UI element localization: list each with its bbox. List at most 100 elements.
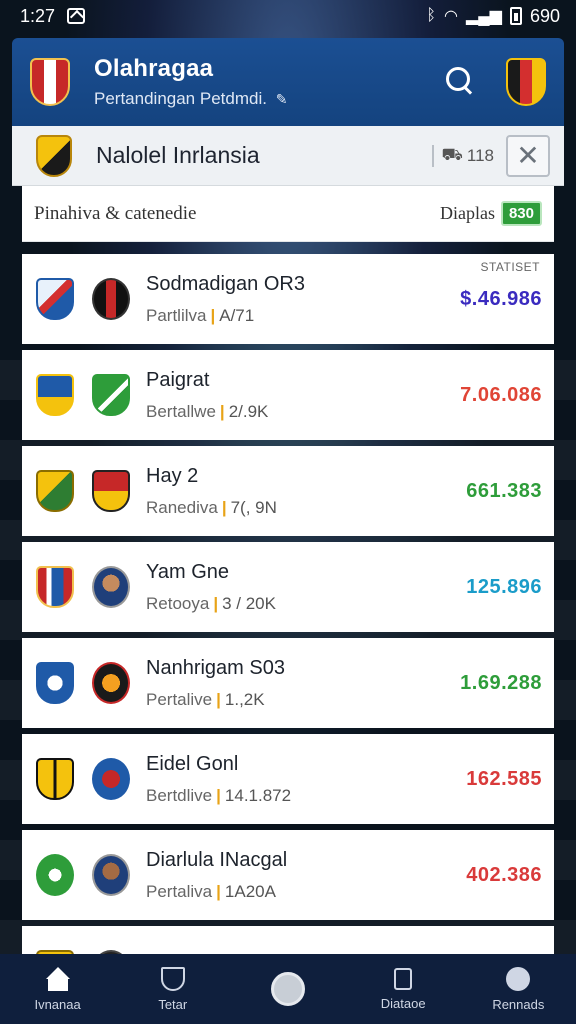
team-a-crest-icon [36, 662, 74, 704]
match-info: Diarlula INacgal Pertaliva | 1A20A [146, 849, 466, 902]
subtitle-text: Pertandingan Petdmdi. [94, 89, 267, 108]
team-a-crest-icon [36, 278, 74, 320]
team-b-crest-icon [92, 662, 130, 704]
match-row[interactable]: Diarlula INacgal Pertaliva | 1A20A 402.386 [22, 830, 554, 920]
separator: | [216, 689, 221, 709]
match-meta-label: Bertdlive [146, 785, 213, 805]
match-meta-label: Ranediva [146, 497, 218, 517]
separator: | [216, 785, 221, 805]
match-row[interactable]: Sodmadigan OR3 Partlilva | A/71 $.46.986 STAT… [22, 254, 554, 344]
signal-icon: ▂▄▆ [466, 8, 502, 25]
team-b-crest-icon [92, 278, 130, 320]
match-stat-label: STATISET [480, 260, 540, 274]
nav-home-label: Ivnanaa [34, 996, 81, 1012]
nav-messages-label: Rennads [492, 996, 545, 1012]
bluetooth-icon: ᛒ [426, 7, 437, 24]
nav-record[interactable] [238, 972, 338, 1006]
status-bar: 1:27 ᛒ ◠ ▂▄▆ 690 [0, 0, 576, 32]
match-name: Yam Gne [146, 560, 229, 583]
display-badge[interactable]: 830 [500, 201, 542, 226]
match-meta-label: Bertallwe [146, 401, 216, 421]
app-subtitle: Pertandingan Petdmdi. ✎ [94, 89, 442, 109]
match-meta: Retooya | 3 / 20K [146, 594, 466, 614]
app-logo-crest[interactable] [30, 58, 70, 106]
match-meta-value: 2/.9K [228, 401, 269, 421]
match-info: Hay 2 Ranediva | 7(, 9N [146, 465, 466, 518]
match-meta: Pertaliva | 1A20A [146, 882, 466, 902]
separator: | [216, 881, 221, 901]
nav-data-label: Diataoe [380, 995, 426, 1011]
separator: | [213, 593, 219, 613]
battery-level: 690 [529, 5, 560, 26]
match-meta: Bertallwe | 2/.9K [146, 402, 460, 422]
match-meta-label: Pertalive [146, 689, 213, 709]
nav-filter-label: Tetar [158, 996, 188, 1012]
header-title-block: Olahragaa Pertandingan Petdmdi. ✎ [94, 55, 442, 109]
nav-filter[interactable]: Tetar [123, 966, 223, 1012]
car-icon: ⛟ [441, 144, 463, 164]
match-row[interactable]: Nanhrigam S03 Pertalive | 1.,2K 1.69.288 [22, 638, 554, 728]
home-icon [45, 966, 70, 991]
team-b-crest-icon [92, 758, 130, 800]
separator: | [210, 305, 216, 325]
nav-home[interactable]: Ivnanaa [8, 966, 108, 1012]
match-meta-value: A/71 [219, 305, 255, 325]
close-button[interactable]: ✕ [506, 134, 550, 177]
nav-data[interactable]: Diataoe [353, 967, 453, 1011]
team-b-crest-icon [92, 566, 130, 608]
match-meta-value: 1.,2K [224, 689, 265, 709]
display-label: Diaplas [439, 203, 495, 223]
match-meta-label: Retooya [146, 593, 210, 613]
filter-icon [160, 966, 185, 991]
match-row[interactable]: Yam Gne Retooya | 3 / 20K 125.896 [22, 542, 554, 632]
pencil-icon[interactable]: ✎ [276, 91, 288, 107]
match-name: Paigrat [146, 368, 210, 391]
match-value: 7.06.086 [460, 383, 542, 406]
match-name: Sodmadigan OR3 [146, 272, 305, 295]
app-window: Olahragaa Pertandingan Petdmdi. ✎ Nalole… [12, 38, 564, 954]
team-b-crest-icon [92, 854, 130, 896]
match-row[interactable]: Hay 2 Ranediva | 7(, 9N 661.383 [22, 446, 554, 536]
league-count-value: 118 [466, 145, 494, 165]
separator: | [219, 401, 225, 421]
team-b-crest-icon [92, 374, 130, 416]
nav-messages[interactable]: Rennads [468, 966, 568, 1012]
match-meta: Bertdlive | 14.1.872 [146, 786, 466, 806]
league-crest-icon [36, 134, 72, 177]
status-time: 1:27 [20, 5, 56, 26]
match-name: Eidel Gonl [146, 752, 239, 775]
match-name: Diarlula INacgal [146, 848, 288, 871]
document-icon [394, 967, 413, 990]
match-name: Nanhrigam S03 [146, 656, 285, 679]
match-value: $.46.986 [460, 287, 542, 310]
record-button[interactable] [270, 972, 305, 1006]
team-a-crest-icon [36, 854, 74, 896]
match-info: Paigrat Bertallwe | 2/.9K [146, 369, 460, 422]
match-value: 1.69.288 [460, 671, 542, 694]
club-crest-icon[interactable] [506, 58, 546, 106]
battery-icon [509, 7, 522, 25]
separator: | [221, 497, 227, 517]
match-meta-value: 7(, 9N [230, 497, 277, 517]
league-count: ⛟ 118 [431, 144, 494, 167]
match-info: Eidel Gonl Bertdlive | 14.1.872 [146, 753, 466, 806]
team-b-crest-icon [92, 470, 130, 512]
match-info: Sodmadigan OR3 Partlilva | A/71 [146, 273, 460, 326]
league-bar: Nalolel Inrlansia ⛟ 118 ✕ [12, 126, 564, 186]
search-icon[interactable] [442, 63, 480, 101]
match-list: Sodmadigan OR3 Partlilva | A/71 $.46.986 STAT… [22, 254, 554, 954]
match-meta: Partlilva | A/71 [146, 306, 460, 326]
match-info: Nanhrigam S03 Pertalive | 1.,2K [146, 657, 460, 710]
match-row[interactable]: Gilcd [22, 926, 554, 954]
match-meta-label: Partlilva [146, 305, 207, 325]
match-row[interactable]: Paigrat Bertallwe | 2/.9K 7.06.086 [22, 350, 554, 440]
filter-label[interactable]: Pinahiva & catenedie [34, 203, 197, 225]
display-toggle[interactable]: Diaplas 830 [440, 201, 542, 226]
match-value: 125.896 [466, 575, 542, 598]
match-meta-value: 1A20A [224, 881, 276, 901]
chat-icon [506, 966, 531, 991]
notification-icon [67, 8, 86, 24]
app-header: Olahragaa Pertandingan Petdmdi. ✎ [12, 38, 564, 126]
match-row[interactable]: Eidel Gonl Bertdlive | 14.1.872 162.585 [22, 734, 554, 824]
filter-bar: Pinahiva & catenedie Diaplas 830 [22, 186, 554, 242]
